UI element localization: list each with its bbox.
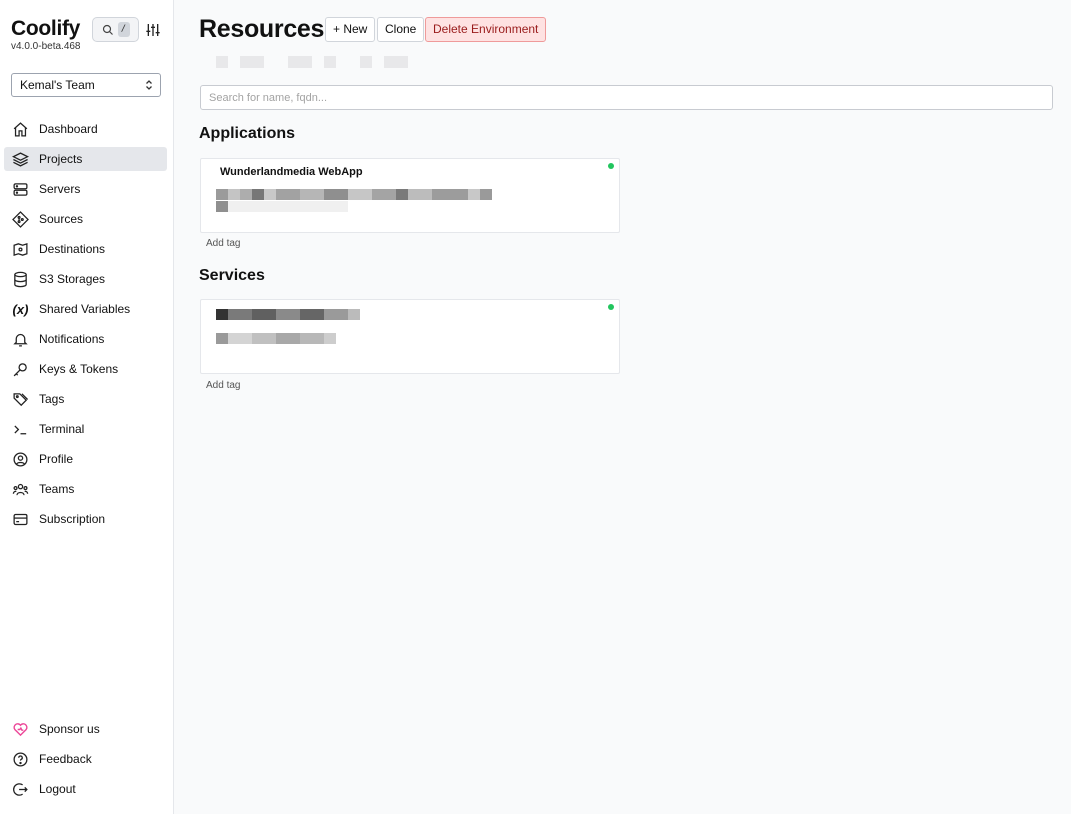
database-icon — [14, 271, 27, 287]
sidebar-item-sources[interactable]: Sources — [4, 207, 167, 231]
logout-icon — [13, 782, 28, 796]
sidebar-item-label: Projects — [39, 152, 83, 166]
sidebar-item-label: Sources — [39, 212, 84, 226]
sidebar-item-teams[interactable]: Teams — [4, 477, 167, 501]
services-heading: Services — [199, 267, 265, 284]
search-shortcut-key: / — [117, 22, 130, 37]
sidebar-item-label: S3 Storages — [39, 272, 106, 286]
sidebar-item-label: Subscription — [39, 512, 106, 526]
help-circle-icon — [13, 751, 28, 767]
service-card[interactable] — [200, 299, 620, 374]
applications-heading: Applications — [199, 125, 296, 142]
sidebar-item-projects[interactable]: Projects — [4, 147, 167, 171]
sidebar-item-label: Keys & Tokens — [39, 362, 119, 376]
destination-icon — [13, 242, 28, 256]
credit-card-icon — [13, 513, 28, 525]
variable-icon: (x) — [12, 301, 29, 317]
sidebar-item-label: Profile — [39, 452, 74, 466]
application-card[interactable]: Wunderlandmedia WebApp — [200, 158, 620, 233]
key-icon — [13, 362, 27, 376]
sidebar-bottom-nav: Sponsor us Feedback Logout — [4, 717, 167, 807]
brand-logo[interactable]: Coolify — [11, 17, 80, 41]
sidebar-item-label: Destinations — [39, 242, 106, 256]
search-icon — [102, 24, 113, 35]
sidebar-item-sponsor[interactable]: Sponsor us — [4, 717, 167, 741]
sidebar-nav: Dashboard Projects Servers Sources Desti… — [4, 117, 167, 537]
tag-icon — [13, 392, 29, 406]
page-title: Resources — [199, 15, 325, 43]
team-select-value: Kemal's Team — [20, 78, 95, 92]
git-icon — [12, 210, 29, 228]
sidebar-item-label: Sponsor us — [39, 722, 100, 736]
new-resource-button[interactable]: + New — [325, 17, 376, 42]
sidebar-item-label: Tags — [39, 392, 65, 406]
sidebar-item-label: Terminal — [39, 422, 85, 436]
sidebar: Coolify v4.0.0-beta.468 / Kemal's Team D… — [0, 0, 174, 814]
sidebar-item-keys-tokens[interactable]: Keys & Tokens — [4, 357, 167, 381]
status-running-indicator — [608, 163, 614, 169]
sidebar-item-profile[interactable]: Profile — [4, 447, 167, 471]
add-tag-link[interactable]: Add tag — [206, 380, 240, 391]
add-tag-link[interactable]: Add tag — [206, 238, 240, 249]
delete-environment-button[interactable]: Delete Environment — [425, 17, 547, 42]
search-button[interactable]: / — [92, 17, 139, 42]
sidebar-item-s3-storages[interactable]: S3 Storages — [4, 267, 167, 291]
sidebar-item-label: Teams — [39, 482, 75, 496]
sidebar-item-logout[interactable]: Logout — [4, 777, 167, 801]
user-circle-icon — [13, 451, 28, 467]
sidebar-item-terminal[interactable]: Terminal — [4, 417, 167, 441]
sidebar-item-tags[interactable]: Tags — [4, 387, 167, 411]
sidebar-item-label: Dashboard — [39, 122, 98, 136]
status-running-indicator — [608, 304, 614, 310]
sidebar-item-subscription[interactable]: Subscription — [4, 507, 167, 531]
sidebar-item-label: Shared Variables — [39, 302, 131, 316]
sidebar-item-feedback[interactable]: Feedback — [4, 747, 167, 771]
sidebar-item-dashboard[interactable]: Dashboard — [4, 117, 167, 141]
sidebar-item-shared-variables[interactable]: (x) Shared Variables — [4, 297, 167, 321]
bell-icon — [13, 333, 28, 347]
team-icon — [12, 483, 29, 495]
resource-search-input[interactable] — [200, 85, 1053, 110]
sidebar-item-label: Notifications — [39, 332, 105, 346]
layers-icon — [12, 151, 29, 167]
sidebar-item-destinations[interactable]: Destinations — [4, 237, 167, 261]
server-icon — [13, 182, 28, 196]
home-icon — [13, 121, 28, 137]
heart-icon — [13, 722, 28, 736]
sidebar-item-label: Feedback — [39, 752, 92, 766]
sliders-icon[interactable] — [145, 22, 161, 38]
select-caret-icon — [146, 80, 152, 90]
sidebar-item-notifications[interactable]: Notifications — [4, 327, 167, 351]
sidebar-item-label: Logout — [39, 782, 76, 796]
application-name: Wunderlandmedia WebApp — [220, 166, 363, 178]
terminal-icon — [14, 425, 27, 434]
clone-button[interactable]: Clone — [377, 17, 425, 42]
version-label: v4.0.0-beta.468 — [11, 41, 81, 52]
sidebar-item-label: Servers — [39, 182, 81, 196]
team-select[interactable]: Kemal's Team — [11, 73, 161, 97]
sidebar-item-servers[interactable]: Servers — [4, 177, 167, 201]
